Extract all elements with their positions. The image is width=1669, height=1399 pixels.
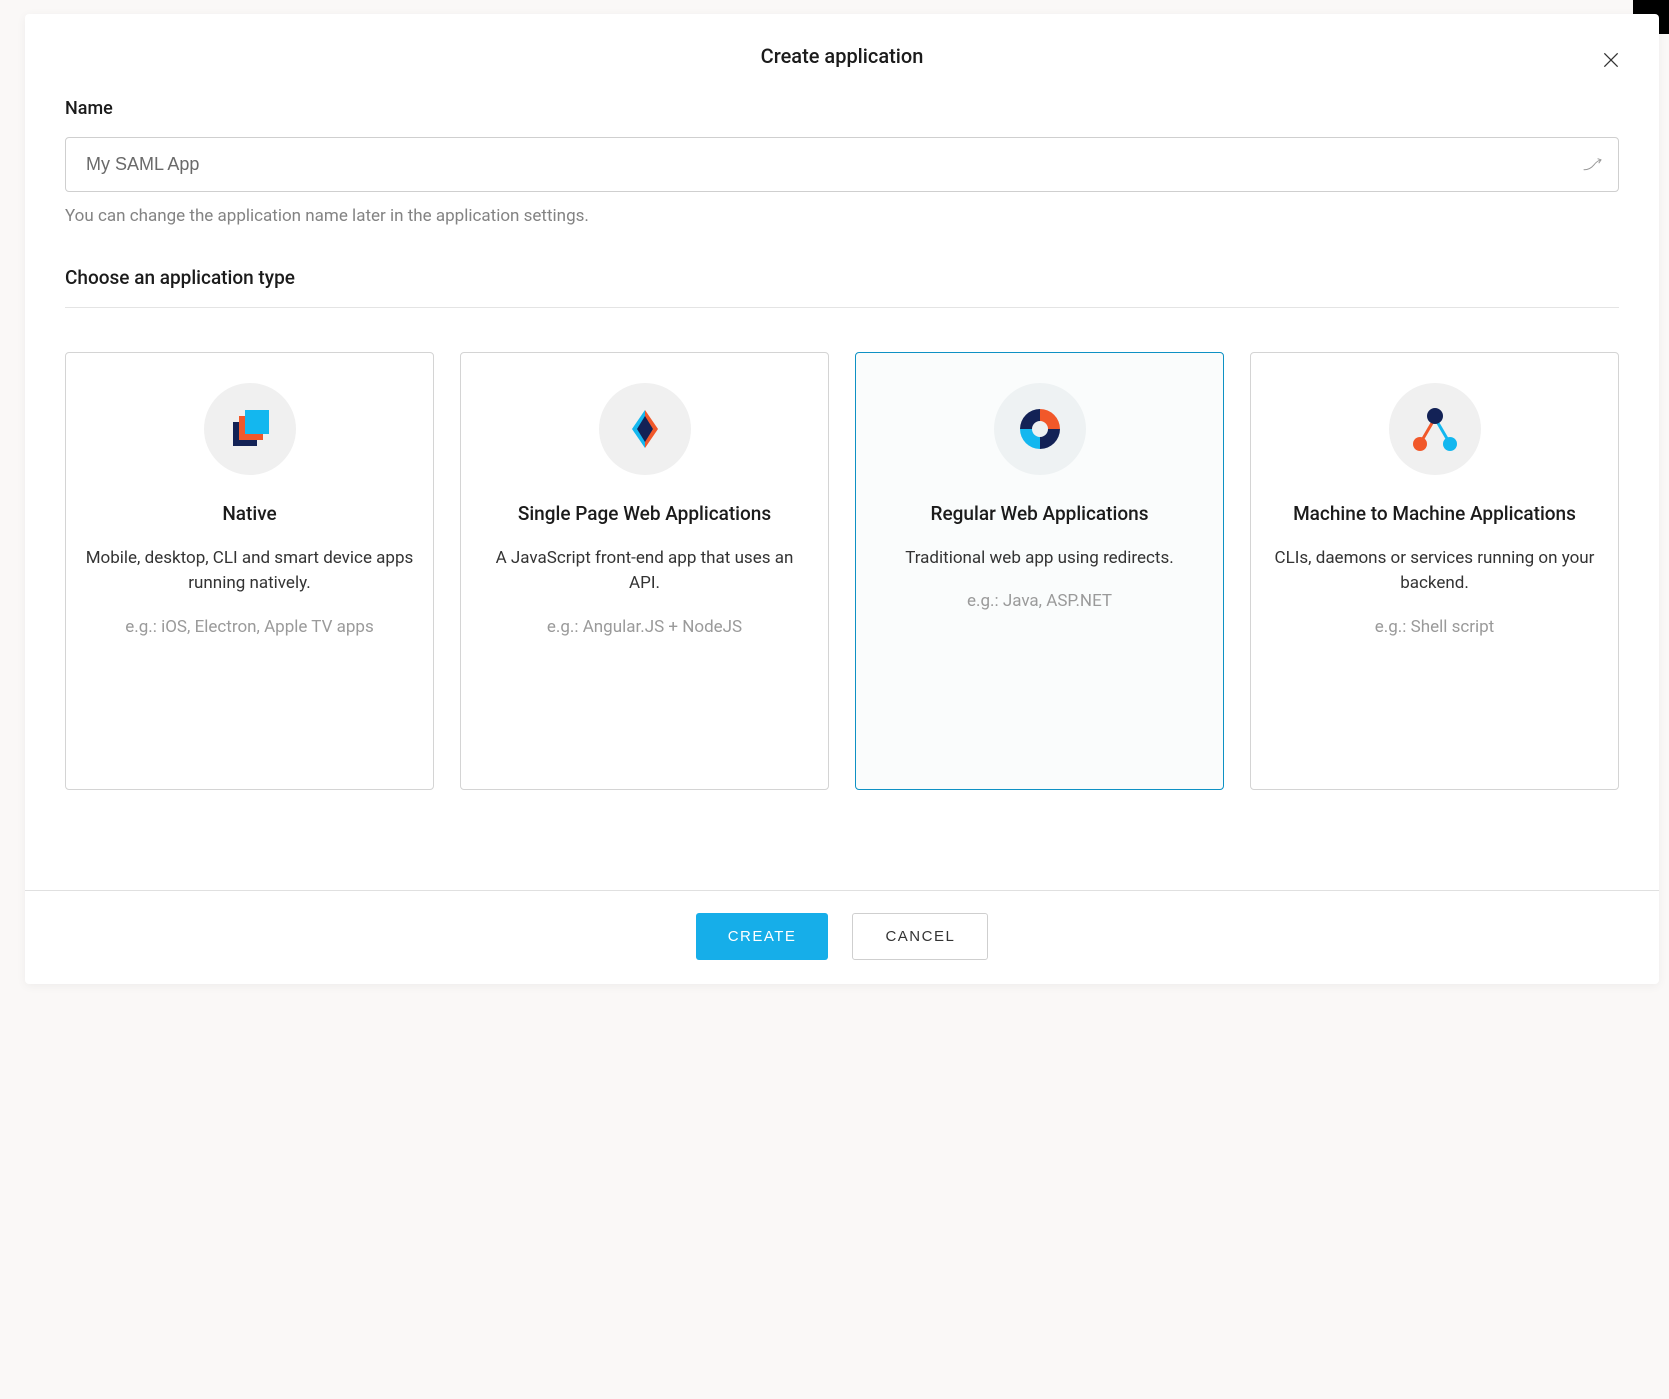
modal-footer: CREATE CANCEL — [25, 890, 1659, 984]
type-title: Machine to Machine Applications — [1269, 501, 1600, 528]
type-card-m2m[interactable]: Machine to Machine Applications CLIs, da… — [1250, 352, 1619, 790]
native-icon-wrap — [204, 383, 296, 475]
regular-web-icon — [1015, 404, 1065, 454]
type-title: Regular Web Applications — [874, 501, 1205, 528]
create-application-modal: Create application Name You can change t… — [25, 14, 1659, 984]
m2m-icon — [1407, 404, 1463, 454]
regular-web-icon-wrap — [994, 383, 1086, 475]
m2m-icon-wrap — [1389, 383, 1481, 475]
spa-icon — [620, 404, 670, 454]
cancel-button[interactable]: CANCEL — [852, 913, 988, 960]
spa-icon-wrap — [599, 383, 691, 475]
name-input-wrap — [65, 137, 1619, 206]
native-icon — [225, 404, 275, 454]
name-help-text: You can change the application name late… — [65, 206, 1619, 226]
input-badge-icon — [1583, 156, 1605, 175]
type-eg: e.g.: Shell script — [1269, 615, 1600, 641]
type-eg: e.g.: iOS, Electron, Apple TV apps — [84, 615, 415, 641]
type-title: Native — [84, 501, 415, 528]
name-input[interactable] — [65, 137, 1619, 192]
type-eg: e.g.: Angular.JS + NodeJS — [479, 615, 810, 641]
type-desc: A JavaScript front-end app that uses an … — [479, 546, 810, 597]
type-card-spa[interactable]: Single Page Web Applications A JavaScrip… — [460, 352, 829, 790]
type-card-regular-web[interactable]: Regular Web Applications Traditional web… — [855, 352, 1224, 790]
modal-body: Name You can change the application name… — [25, 92, 1659, 890]
type-grid: Native Mobile, desktop, CLI and smart de… — [65, 352, 1619, 790]
type-desc: CLIs, daemons or services running on you… — [1269, 546, 1600, 597]
name-label: Name — [65, 98, 1619, 119]
type-title: Single Page Web Applications — [479, 501, 810, 528]
modal-header: Create application — [25, 14, 1659, 92]
close-icon — [1601, 50, 1621, 70]
close-button[interactable] — [1599, 48, 1623, 72]
create-button[interactable]: CREATE — [696, 913, 829, 960]
modal-title: Create application — [25, 44, 1659, 68]
choose-type-title: Choose an application type — [65, 266, 1619, 308]
type-desc: Traditional web app using redirects. — [874, 546, 1205, 572]
type-desc: Mobile, desktop, CLI and smart device ap… — [84, 546, 415, 597]
type-eg: e.g.: Java, ASP.NET — [874, 589, 1205, 615]
type-card-native[interactable]: Native Mobile, desktop, CLI and smart de… — [65, 352, 434, 790]
